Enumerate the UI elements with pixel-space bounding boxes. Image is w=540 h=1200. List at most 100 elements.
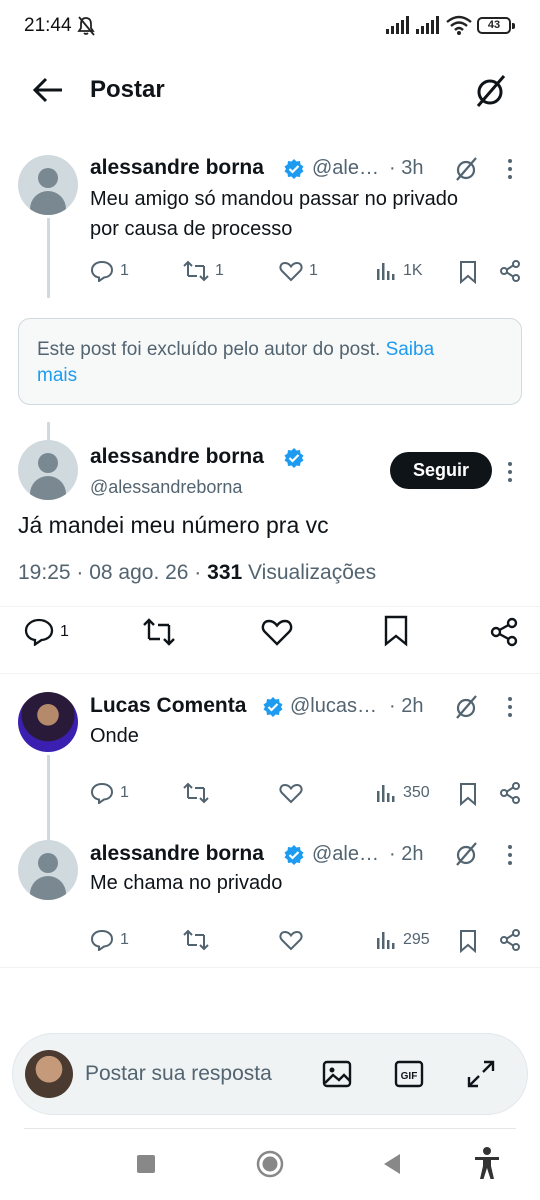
views-button[interactable]: 350 bbox=[375, 782, 430, 804]
post-time: · 2h bbox=[389, 695, 424, 717]
views-icon bbox=[377, 263, 395, 280]
reply-button[interactable]: 1 bbox=[90, 260, 129, 282]
expand-icon[interactable] bbox=[465, 1058, 497, 1090]
avatar[interactable] bbox=[18, 840, 78, 900]
post-time: · 2h bbox=[389, 843, 424, 865]
author-handle[interactable]: @ale… bbox=[312, 843, 379, 866]
post-date: 19:25 · 08 ago. 26 · bbox=[18, 561, 202, 584]
post-text: Já mandei meu número pra vc bbox=[18, 512, 329, 538]
more-options-icon[interactable] bbox=[505, 460, 515, 484]
more-options-icon[interactable] bbox=[505, 695, 515, 719]
author-handle[interactable]: @alessandreborna bbox=[90, 477, 242, 498]
verified-badge-icon bbox=[284, 159, 304, 179]
page-title: Postar bbox=[90, 76, 165, 103]
reply-icon bbox=[90, 929, 114, 951]
more-options-icon[interactable] bbox=[505, 157, 515, 181]
author-name[interactable]: alessandre borna bbox=[90, 156, 264, 180]
author-name[interactable]: alessandre borna bbox=[90, 445, 264, 469]
divider bbox=[0, 967, 540, 968]
reply-button[interactable]: 1 bbox=[24, 618, 69, 646]
verified-badge-icon bbox=[263, 697, 283, 717]
reply-icon bbox=[24, 618, 54, 646]
views-label: Visualizações bbox=[248, 561, 377, 584]
views-button[interactable]: 295 bbox=[375, 929, 430, 951]
status-bar: 21:44 43 bbox=[0, 0, 540, 52]
thread-line bbox=[47, 755, 50, 840]
svg-text:GIF: GIF bbox=[401, 1071, 418, 1082]
avatar[interactable] bbox=[18, 440, 78, 500]
bookmark-icon[interactable] bbox=[458, 260, 478, 284]
post-text: Onde bbox=[90, 725, 139, 747]
share-icon[interactable] bbox=[498, 928, 522, 952]
repost-icon[interactable] bbox=[183, 929, 209, 951]
reply-input[interactable] bbox=[85, 1056, 305, 1092]
heart-icon[interactable] bbox=[279, 929, 303, 951]
back-arrow-icon[interactable] bbox=[30, 74, 66, 106]
bookmark-icon[interactable] bbox=[458, 929, 478, 953]
bell-off-icon bbox=[77, 16, 95, 36]
reply-icon bbox=[90, 260, 114, 282]
divider bbox=[0, 673, 540, 674]
reply-icon bbox=[90, 782, 114, 804]
thread-line bbox=[47, 218, 50, 298]
verified-badge-icon bbox=[284, 448, 304, 468]
accessibility-icon[interactable] bbox=[472, 1146, 502, 1180]
heart-icon[interactable] bbox=[279, 782, 303, 804]
share-icon[interactable] bbox=[488, 616, 520, 648]
wifi-icon bbox=[446, 15, 472, 35]
learn-more-link[interactable]: Saiba bbox=[386, 339, 435, 360]
grok-icon[interactable] bbox=[454, 694, 480, 720]
avatar[interactable] bbox=[18, 692, 78, 752]
deleted-post-notice: Este post foi excluído pelo autor do pos… bbox=[18, 318, 522, 405]
grok-icon[interactable] bbox=[454, 156, 480, 182]
gif-icon[interactable]: GIF bbox=[393, 1058, 425, 1090]
learn-more-link[interactable]: mais bbox=[37, 365, 77, 386]
reply-button[interactable]: 1 bbox=[90, 929, 129, 951]
repost-icon bbox=[183, 260, 209, 282]
status-time: 21:44 bbox=[24, 15, 72, 36]
image-icon[interactable] bbox=[321, 1058, 353, 1090]
avatar[interactable] bbox=[25, 1050, 73, 1098]
reply-composer: GIF bbox=[12, 1033, 528, 1115]
share-icon[interactable] bbox=[498, 781, 522, 805]
follow-button[interactable]: Seguir bbox=[390, 452, 492, 489]
signal-icon bbox=[386, 16, 409, 34]
recent-apps-icon[interactable] bbox=[136, 1154, 156, 1174]
author-handle[interactable]: @lucas… bbox=[290, 695, 377, 718]
grok-icon[interactable] bbox=[472, 72, 510, 110]
post-meta: 19:25 · 08 ago. 26 · 331 Visualizações bbox=[18, 561, 376, 585]
signal-icon bbox=[416, 16, 439, 34]
divider bbox=[24, 1128, 516, 1129]
verified-badge-icon bbox=[284, 845, 304, 865]
post-text: Meu amigo só mandou passar no privado po… bbox=[90, 188, 458, 240]
more-options-icon[interactable] bbox=[505, 843, 515, 867]
views-icon bbox=[377, 785, 395, 802]
repost-icon[interactable] bbox=[183, 782, 209, 804]
share-icon[interactable] bbox=[498, 259, 522, 283]
views-button[interactable]: 1K bbox=[375, 260, 423, 282]
post-text: Me chama no privado bbox=[90, 872, 283, 894]
views-icon bbox=[377, 932, 395, 949]
author-handle[interactable]: @ale… bbox=[312, 157, 379, 180]
repost-button[interactable]: 1 bbox=[183, 260, 224, 282]
post-time: · 3h bbox=[389, 157, 424, 179]
thread-line bbox=[47, 422, 50, 440]
grok-icon[interactable] bbox=[454, 841, 480, 867]
system-navigation-bar bbox=[0, 1128, 540, 1200]
bookmark-icon[interactable] bbox=[383, 615, 409, 647]
repost-icon[interactable] bbox=[142, 617, 176, 647]
heart-icon bbox=[279, 261, 303, 282]
reply-button[interactable]: 1 bbox=[90, 782, 129, 804]
bookmark-icon[interactable] bbox=[458, 782, 478, 806]
views-count: 331 bbox=[207, 561, 243, 584]
divider bbox=[0, 606, 540, 607]
home-icon[interactable] bbox=[256, 1150, 284, 1178]
author-name[interactable]: alessandre borna bbox=[90, 842, 264, 866]
author-name[interactable]: Lucas Comenta bbox=[90, 694, 246, 718]
avatar[interactable] bbox=[18, 155, 78, 215]
heart-icon[interactable] bbox=[261, 617, 293, 647]
back-nav-icon[interactable] bbox=[382, 1153, 402, 1175]
like-button[interactable]: 1 bbox=[279, 260, 318, 282]
battery-icon: 43 bbox=[477, 17, 515, 34]
header: Postar bbox=[0, 60, 540, 120]
